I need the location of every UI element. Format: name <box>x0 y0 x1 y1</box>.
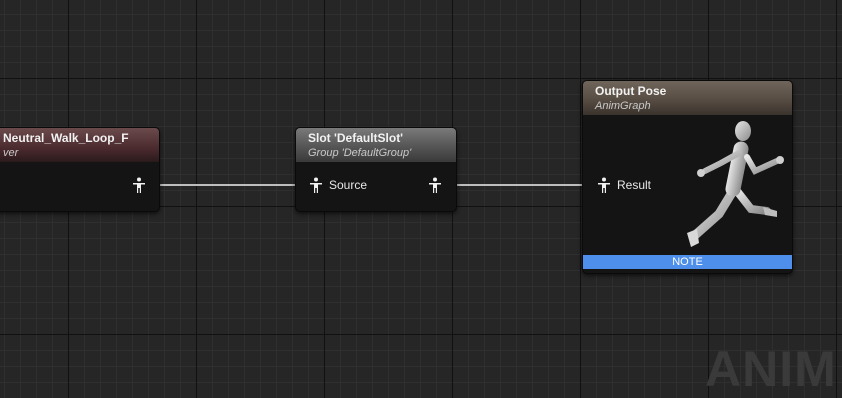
output-pose-pin[interactable] <box>132 177 146 193</box>
pin-label: Result <box>617 178 652 192</box>
node-title: Slot 'DefaultSlot' <box>308 131 404 145</box>
node-subtitle: AnimGraph <box>595 100 651 112</box>
node-subtitle: ver <box>3 147 19 159</box>
pose-pin-icon <box>598 177 610 193</box>
output-pose-pin[interactable] <box>428 177 442 193</box>
pose-pin-icon <box>310 177 322 193</box>
output-pose-node[interactable]: Output Pose AnimGraph Result NOTE <box>582 80 793 274</box>
node-header: Neutral_Walk_Loop_F ver <box>0 128 159 162</box>
sequence-player-node[interactable]: Neutral_Walk_Loop_F ver <box>0 127 160 212</box>
source-input-pin[interactable]: Source <box>309 177 367 193</box>
node-title: Output Pose <box>595 84 667 98</box>
node-subtitle: Group 'DefaultGroup' <box>308 147 412 159</box>
node-title: Neutral_Walk_Loop_F <box>3 131 129 145</box>
pin-label: Source <box>329 178 368 192</box>
graph-type-watermark: ANIM <box>705 341 837 397</box>
node-header: Slot 'DefaultSlot' Group 'DefaultGroup' <box>296 128 456 162</box>
pose-pin-icon <box>133 177 145 193</box>
note-button[interactable]: NOTE <box>583 255 792 269</box>
slot-node[interactable]: Slot 'DefaultSlot' Group 'DefaultGroup' … <box>295 127 457 212</box>
running-mannequin-icon <box>687 121 784 247</box>
result-input-pin[interactable]: Result <box>597 177 651 193</box>
pose-pin-icon <box>429 177 441 193</box>
node-header: Output Pose AnimGraph <box>583 81 792 115</box>
